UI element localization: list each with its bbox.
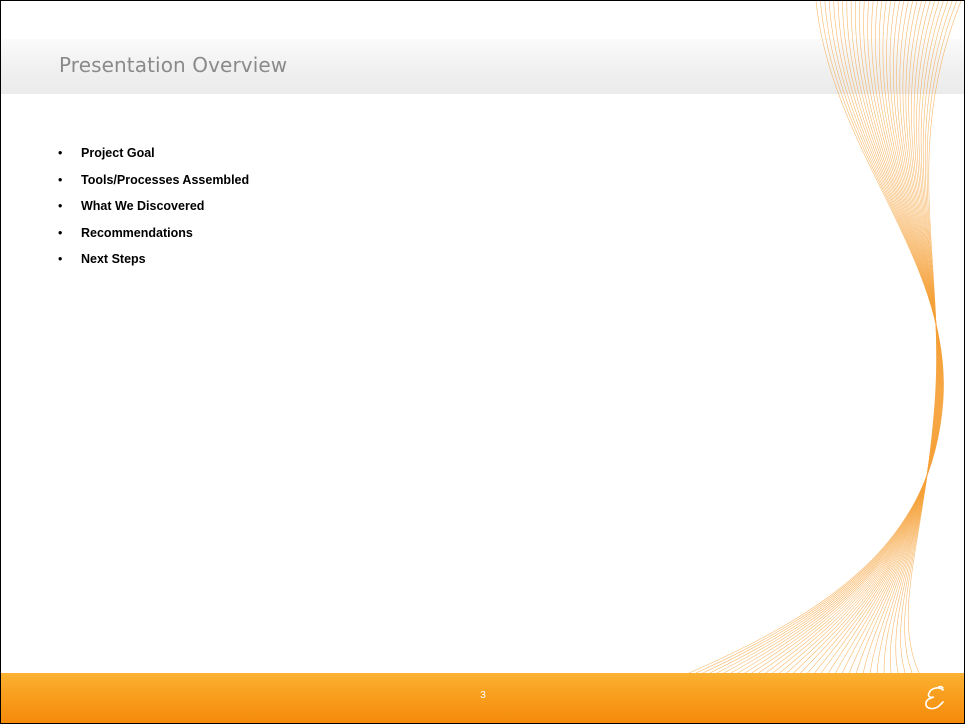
bullet-marker: • — [58, 225, 63, 240]
swirl-line — [709, 1, 944, 673]
swirl-line — [695, 1, 944, 673]
list-item-text: What We Discovered — [81, 199, 205, 213]
page-number: 3 — [480, 690, 486, 701]
swirl-line — [835, 1, 940, 673]
list-item-text: Recommendations — [81, 225, 193, 240]
bullet-list: • Project Goal • Tools/Processes Assembled… — [58, 143, 249, 276]
footer-bar: 3 — [1, 673, 964, 723]
swirl-line — [772, 1, 942, 673]
list-item: • Project Goal — [58, 143, 249, 170]
swirl-line — [900, 1, 953, 673]
swirl-line — [842, 1, 939, 673]
decorative-swirl-lines — [688, 1, 962, 673]
swirl-line — [907, 1, 962, 673]
swirl-line — [751, 1, 942, 673]
swirl-line — [723, 1, 943, 673]
swirl-line — [779, 1, 941, 673]
bullet-marker: • — [58, 199, 63, 213]
slide: Presentation Overview • Project Goal • Too… — [0, 0, 965, 724]
list-item-text: Next Steps — [81, 252, 146, 266]
slide-title: Presentation Overview — [59, 53, 288, 77]
list-item: • Recommendations — [58, 223, 249, 250]
list-item-text: Tools/Processes Assembled — [81, 172, 250, 187]
bullet-marker: • — [58, 172, 63, 187]
swirl-line — [765, 1, 942, 673]
list-item: • What We Discovered — [58, 196, 249, 223]
swirl-line — [895, 1, 949, 673]
list-item: • Next Steps — [58, 249, 249, 276]
list-item: • Tools/Processes Assembled — [58, 170, 249, 197]
bullet-marker: • — [58, 252, 63, 266]
script-e-logo-icon — [925, 685, 944, 710]
bullet-marker: • — [58, 146, 63, 160]
list-item-text: Project Goal — [81, 146, 155, 160]
